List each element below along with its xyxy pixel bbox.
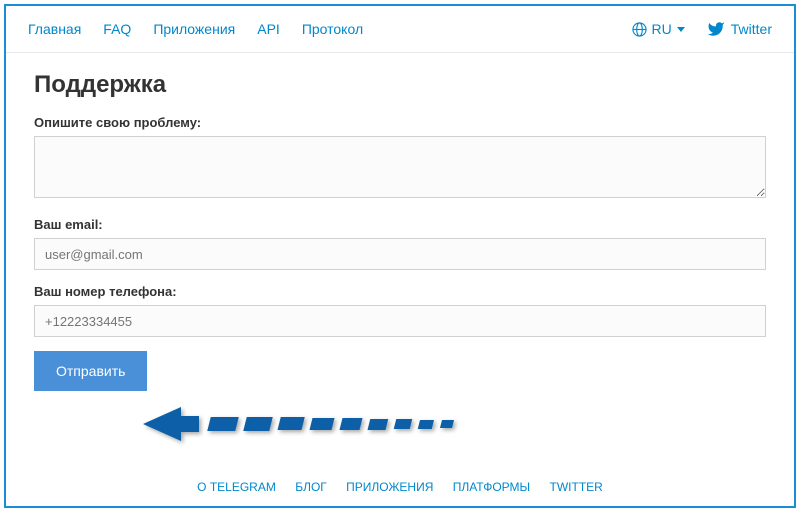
language-label: RU (652, 21, 672, 37)
language-selector[interactable]: RU (632, 21, 685, 37)
annotation-arrow-icon (141, 401, 481, 447)
twitter-link[interactable]: Twitter (707, 20, 772, 38)
problem-label: Опишите свою проблему: (34, 115, 766, 130)
nav-right: RU Twitter (632, 20, 772, 38)
footer-link-twitter[interactable]: TWITTER (550, 480, 603, 494)
nav-left: Главная FAQ Приложения API Протокол (28, 21, 363, 37)
nav-link-protocol[interactable]: Протокол (302, 21, 363, 37)
phone-input[interactable] (34, 305, 766, 337)
phone-label: Ваш номер телефона: (34, 284, 766, 299)
chevron-down-icon (677, 27, 685, 32)
page-title: Поддержка (34, 71, 766, 99)
footer-link-blog[interactable]: БЛОГ (295, 480, 327, 494)
footer-link-platforms[interactable]: ПЛАТФОРМЫ (453, 480, 530, 494)
footer-link-about[interactable]: О TELEGRAM (197, 480, 276, 494)
globe-icon (632, 22, 647, 37)
nav-link-home[interactable]: Главная (28, 21, 81, 37)
submit-button[interactable]: Отправить (34, 351, 147, 391)
footer-link-apps[interactable]: ПРИЛОЖЕНИЯ (346, 480, 433, 494)
nav-link-faq[interactable]: FAQ (103, 21, 131, 37)
email-label: Ваш email: (34, 217, 766, 232)
main-content: Поддержка Опишите свою проблему: Ваш ema… (6, 53, 794, 401)
twitter-label: Twitter (731, 21, 772, 37)
nav-link-apps[interactable]: Приложения (153, 21, 235, 37)
email-input[interactable] (34, 238, 766, 270)
twitter-icon (707, 20, 725, 38)
top-navbar: Главная FAQ Приложения API Протокол RU T… (6, 6, 794, 53)
problem-textarea[interactable] (34, 136, 766, 198)
nav-link-api[interactable]: API (257, 21, 280, 37)
footer: О TELEGRAM БЛОГ ПРИЛОЖЕНИЯ ПЛАТФОРМЫ TWI… (6, 480, 794, 494)
